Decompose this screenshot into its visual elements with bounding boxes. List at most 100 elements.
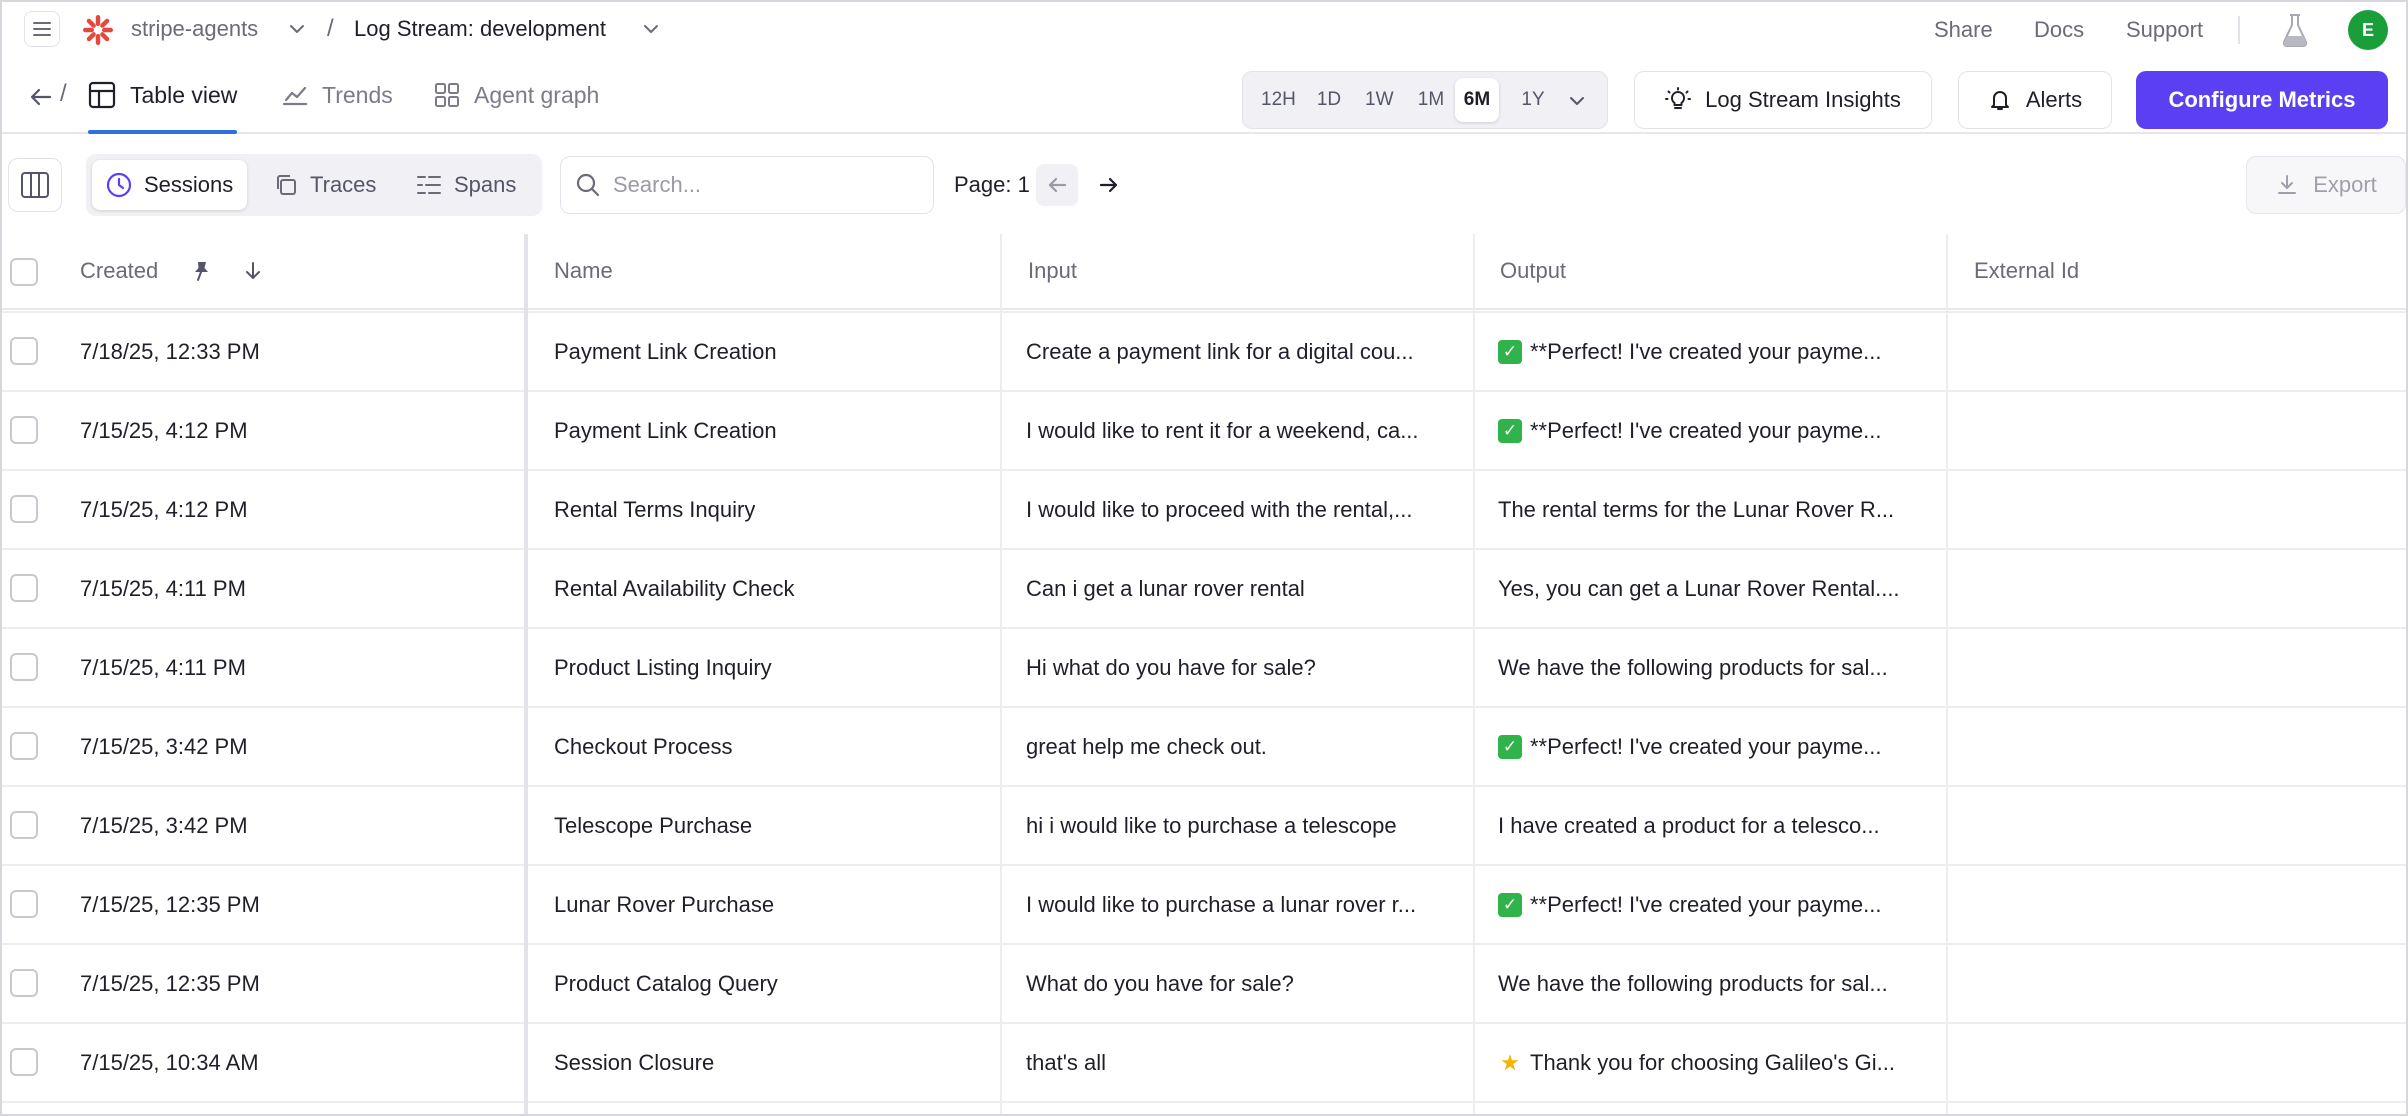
cell-output: We have the following products for sal..… (1498, 945, 1922, 1022)
cell-created: 7/15/25, 10:34 AM (80, 1024, 500, 1101)
cell-external-id (1974, 708, 2394, 785)
check-mark-icon: ✓ (1498, 339, 1522, 364)
row-checkbox[interactable] (10, 574, 38, 602)
cell-input: Create a payment link for a digital cou.… (1026, 313, 1450, 390)
cell-input-text: hi i would like to purchase a telescope (1026, 812, 1397, 838)
row-checkbox[interactable] (10, 416, 38, 444)
segment-label: Traces (310, 172, 377, 197)
cell-name: Session Closure (554, 1024, 974, 1101)
cell-output: We have the following products for sal..… (1498, 629, 1922, 706)
table-row[interactable]: 7/15/25, 3:42 PM Checkout Process great he… (2, 708, 2406, 787)
table-row[interactable]: 7/15/25, 4:11 PM Product Listing Inquiry H… (2, 629, 2406, 708)
pin-icon[interactable] (190, 260, 212, 282)
clock-icon (106, 172, 132, 198)
table-row[interactable]: 7/18/25, 12:33 PM Payment Link Creation Cr… (2, 313, 2406, 392)
range-1y[interactable]: 1Y (1511, 78, 1555, 122)
cell-external-id (1974, 550, 2394, 627)
tab-label: Agent graph (474, 81, 600, 108)
cell-name-text: Payment Link Creation (554, 417, 777, 443)
row-checkbox[interactable] (10, 732, 38, 760)
cell-name: Telescope Purchase (554, 787, 974, 864)
flask-icon[interactable] (2278, 12, 2312, 48)
tab-trends[interactable]: Trends (282, 58, 393, 132)
cell-created: 7/15/25, 4:11 PM (80, 550, 500, 627)
range-1d[interactable]: 1D (1307, 78, 1351, 122)
cell-created-text: 7/15/25, 10:34 AM (80, 1049, 259, 1075)
cell-output-text: Thank you for choosing Galileo's Gi... (1530, 1049, 1895, 1075)
tab-agent-graph[interactable]: Agent graph (434, 58, 599, 132)
cell-name-text: Checkout Process (554, 733, 733, 759)
cell-input: Can i get a lunar rover rental (1026, 550, 1450, 627)
alerts-button[interactable]: Alerts (1958, 71, 2112, 129)
menu-button[interactable] (24, 11, 60, 47)
cell-output-text: **Perfect! I've created your payme... (1530, 417, 1882, 443)
segment-traces[interactable]: Traces (260, 160, 390, 210)
cell-created-text: 7/15/25, 4:12 PM (80, 496, 248, 522)
table-row[interactable]: 7/15/25, 12:35 PM Lunar Rover Purchase I w… (2, 866, 2406, 945)
row-checkbox[interactable] (10, 969, 38, 997)
back-arrow-icon[interactable] (28, 84, 54, 110)
bell-icon (1990, 91, 2009, 110)
cell-external-id (1974, 629, 2394, 706)
sort-descending-icon[interactable] (242, 260, 264, 282)
tab-table-view[interactable]: Table view (88, 58, 238, 134)
row-checkbox[interactable] (10, 495, 38, 523)
search-input[interactable] (613, 172, 913, 198)
table-row[interactable]: 7/15/25, 4:11 PM Rental Availability Chec… (2, 550, 2406, 629)
segment-sessions[interactable]: Sessions (92, 160, 248, 210)
chevron-down-icon[interactable] (1565, 89, 1589, 113)
column-divider[interactable] (1946, 234, 1948, 1114)
sessions-table: Created Name Input Output External Id 7/… (2, 234, 2406, 1114)
column-divider[interactable] (1473, 234, 1475, 1114)
table-row[interactable]: 7/15/25, 4:12 PM Payment Link Creation I w… (2, 392, 2406, 471)
row-checkbox[interactable] (10, 1048, 38, 1076)
column-header-created[interactable]: Created (80, 234, 158, 308)
column-header-name[interactable]: Name (554, 234, 613, 308)
star-icon: ★ (1500, 1049, 1520, 1075)
check-mark-icon: ✓ (1498, 892, 1522, 917)
support-link[interactable]: Support (2126, 17, 2203, 43)
export-button[interactable]: Export (2246, 156, 2406, 214)
docs-link[interactable]: Docs (2034, 17, 2084, 43)
cell-name: Payment Link Creation (554, 392, 974, 469)
row-checkbox[interactable] (10, 811, 38, 839)
avatar[interactable]: E (2348, 10, 2388, 50)
cell-input-text: Can i get a lunar rover rental (1026, 575, 1305, 601)
cell-external-id (1974, 471, 2394, 548)
project-switcher[interactable]: Log Stream: development (354, 16, 606, 42)
row-checkbox[interactable] (10, 890, 38, 918)
chevron-down-icon[interactable] (640, 18, 662, 40)
select-all-checkbox[interactable] (10, 258, 38, 286)
column-divider[interactable] (1000, 234, 1002, 1114)
configure-metrics-button[interactable]: Configure Metrics (2136, 71, 2388, 129)
table-row[interactable]: 7/15/25, 3:42 PM Telescope Purchase hi i w… (2, 787, 2406, 866)
table-row[interactable]: 7/15/25, 4:12 PM Rental Terms Inquiry I wo… (2, 471, 2406, 550)
column-divider[interactable] (524, 234, 528, 1114)
next-page-button[interactable] (1088, 164, 1130, 206)
cell-output: ✓ **Perfect! I've created your payme... (1498, 708, 1922, 785)
segment-label: Sessions (144, 172, 234, 197)
row-checkbox[interactable] (10, 653, 38, 681)
log-stream-insights-button[interactable]: Log Stream Insights (1634, 71, 1932, 129)
columns-toggle-button[interactable] (8, 158, 62, 212)
org-switcher[interactable]: stripe-agents (131, 16, 258, 42)
range-1w[interactable]: 1W (1357, 78, 1402, 122)
range-6m[interactable]: 6M (1455, 78, 1499, 122)
row-checkbox[interactable] (10, 337, 38, 365)
column-header-external-id[interactable]: External Id (1974, 234, 2079, 308)
previous-page-button[interactable] (1036, 164, 1078, 206)
table-row[interactable]: 7/15/25, 10:34 AM Session Closure that's a… (2, 1024, 2406, 1103)
arrow-left-icon (1048, 177, 1067, 193)
segment-spans[interactable]: Spans (402, 160, 530, 210)
column-header-input[interactable]: Input (1028, 234, 1077, 308)
lightbulb-icon (1665, 87, 1692, 109)
range-12h[interactable]: 12H (1253, 78, 1304, 122)
segment-label: Spans (454, 172, 517, 197)
range-1m[interactable]: 1M (1409, 78, 1453, 122)
chevron-down-icon[interactable] (286, 18, 308, 40)
table-row[interactable]: 7/15/25, 12:35 PM Product Catalog Query Wh… (2, 945, 2406, 1024)
column-header-output[interactable]: Output (1500, 234, 1566, 308)
cell-name-text: Telescope Purchase (554, 812, 753, 838)
share-link[interactable]: Share (1934, 17, 1993, 43)
column-title: Created (80, 258, 159, 283)
